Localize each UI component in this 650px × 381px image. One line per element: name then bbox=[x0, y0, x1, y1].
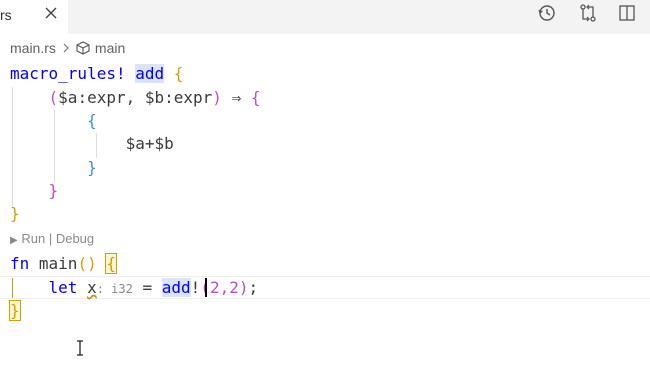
code-line: $a+$b bbox=[125, 134, 174, 153]
type-inlay-hint: : i32 bbox=[96, 282, 133, 296]
codelens: ▶ Run | Debug bbox=[10, 231, 94, 246]
run-link[interactable]: Run bbox=[21, 231, 45, 246]
play-icon: ▶ bbox=[10, 235, 18, 246]
ibeam-cursor-icon bbox=[77, 340, 83, 356]
code-line: } bbox=[9, 300, 21, 321]
code-line: } bbox=[48, 181, 59, 200]
code-line: macro_rules! add { bbox=[10, 64, 184, 83]
code-line: } bbox=[87, 158, 97, 177]
code-line: { bbox=[87, 111, 97, 130]
debug-link[interactable]: Debug bbox=[56, 231, 94, 246]
code-editor[interactable]: macro_rules! add { ($a:expr, $b:expr) ⇒ … bbox=[0, 0, 650, 381]
code-line: fn main() { bbox=[10, 253, 117, 274]
text-cursor bbox=[205, 278, 207, 297]
code-line: let x: i32 = add!(2,2); bbox=[48, 278, 259, 297]
code-line: } bbox=[10, 204, 20, 223]
code-line: ($a:expr, $b:expr) ⇒ { bbox=[48, 88, 261, 107]
codelens-separator: | bbox=[48, 231, 53, 246]
